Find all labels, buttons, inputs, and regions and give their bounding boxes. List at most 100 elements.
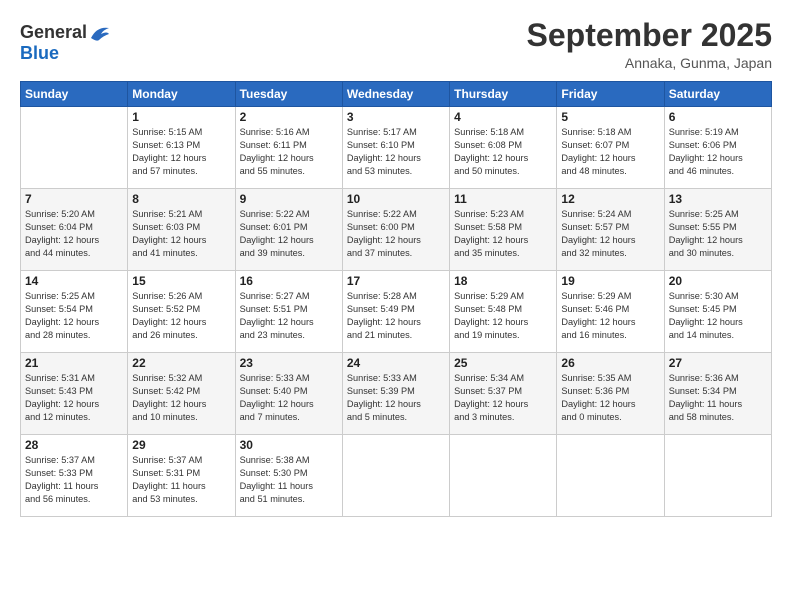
day-cell xyxy=(557,435,664,517)
day-cell: 1 Sunrise: 5:15 AM Sunset: 6:13 PM Daylig… xyxy=(128,107,235,189)
day-cell: 21 Sunrise: 5:31 AM Sunset: 5:43 PM Dayli… xyxy=(21,353,128,435)
col-header-friday: Friday xyxy=(557,82,664,107)
day-cell: 10Sunrise: 5:22 AM Sunset: 6:00 PM Dayli… xyxy=(342,189,449,271)
day-cell xyxy=(21,107,128,189)
header: General Blue September 2025 Annaka, Gunm… xyxy=(20,18,772,71)
day-info: Sunrise: 5:37 AM Sunset: 5:31 PM Dayligh… xyxy=(132,454,230,506)
day-cell xyxy=(342,435,449,517)
day-info: Sunrise: 5:30 AM Sunset: 5:45 PM Dayligh… xyxy=(669,290,767,342)
day-info: Sunrise: 5:18 AM Sunset: 6:07 PM Dayligh… xyxy=(561,126,659,178)
location: Annaka, Gunma, Japan xyxy=(527,55,772,71)
day-cell: 29 Sunrise: 5:37 AM Sunset: 5:31 PM Dayli… xyxy=(128,435,235,517)
day-cell: 19 Sunrise: 5:29 AM Sunset: 5:46 PM Dayli… xyxy=(557,271,664,353)
logo: General Blue xyxy=(20,22,111,64)
day-info: Sunrise: 5:38 AM Sunset: 5:30 PM Dayligh… xyxy=(240,454,338,506)
col-header-wednesday: Wednesday xyxy=(342,82,449,107)
day-cell: 12Sunrise: 5:24 AM Sunset: 5:57 PM Dayli… xyxy=(557,189,664,271)
week-row-2: 7Sunrise: 5:20 AM Sunset: 6:04 PM Daylig… xyxy=(21,189,772,271)
day-number: 20 xyxy=(669,274,767,288)
day-number: 26 xyxy=(561,356,659,370)
day-number: 12 xyxy=(561,192,659,206)
day-cell: 9 Sunrise: 5:22 AM Sunset: 6:01 PM Daylig… xyxy=(235,189,342,271)
day-info: Sunrise: 5:15 AM Sunset: 6:13 PM Dayligh… xyxy=(132,126,230,178)
col-header-sunday: Sunday xyxy=(21,82,128,107)
logo-blue-text: Blue xyxy=(20,43,59,64)
day-cell: 15Sunrise: 5:26 AM Sunset: 5:52 PM Dayli… xyxy=(128,271,235,353)
day-cell xyxy=(450,435,557,517)
day-info: Sunrise: 5:28 AM Sunset: 5:49 PM Dayligh… xyxy=(347,290,445,342)
day-cell: 28Sunrise: 5:37 AM Sunset: 5:33 PM Dayli… xyxy=(21,435,128,517)
logo-general-text: General xyxy=(20,22,87,43)
day-cell: 25Sunrise: 5:34 AM Sunset: 5:37 PM Dayli… xyxy=(450,353,557,435)
month-title: September 2025 xyxy=(527,18,772,53)
day-info: Sunrise: 5:37 AM Sunset: 5:33 PM Dayligh… xyxy=(25,454,123,506)
week-row-1: 1 Sunrise: 5:15 AM Sunset: 6:13 PM Daylig… xyxy=(21,107,772,189)
day-number: 5 xyxy=(561,110,659,124)
day-cell: 8 Sunrise: 5:21 AM Sunset: 6:03 PM Daylig… xyxy=(128,189,235,271)
day-info: Sunrise: 5:18 AM Sunset: 6:08 PM Dayligh… xyxy=(454,126,552,178)
day-info: Sunrise: 5:22 AM Sunset: 6:01 PM Dayligh… xyxy=(240,208,338,260)
day-info: Sunrise: 5:16 AM Sunset: 6:11 PM Dayligh… xyxy=(240,126,338,178)
day-number: 29 xyxy=(132,438,230,452)
day-info: Sunrise: 5:21 AM Sunset: 6:03 PM Dayligh… xyxy=(132,208,230,260)
day-info: Sunrise: 5:36 AM Sunset: 5:34 PM Dayligh… xyxy=(669,372,767,424)
day-info: Sunrise: 5:33 AM Sunset: 5:40 PM Dayligh… xyxy=(240,372,338,424)
day-cell: 16 Sunrise: 5:27 AM Sunset: 5:51 PM Dayli… xyxy=(235,271,342,353)
day-info: Sunrise: 5:27 AM Sunset: 5:51 PM Dayligh… xyxy=(240,290,338,342)
day-number: 23 xyxy=(240,356,338,370)
day-number: 10 xyxy=(347,192,445,206)
day-cell: 18 Sunrise: 5:29 AM Sunset: 5:48 PM Dayli… xyxy=(450,271,557,353)
col-header-saturday: Saturday xyxy=(664,82,771,107)
day-info: Sunrise: 5:26 AM Sunset: 5:52 PM Dayligh… xyxy=(132,290,230,342)
day-info: Sunrise: 5:29 AM Sunset: 5:46 PM Dayligh… xyxy=(561,290,659,342)
day-number: 4 xyxy=(454,110,552,124)
day-info: Sunrise: 5:32 AM Sunset: 5:42 PM Dayligh… xyxy=(132,372,230,424)
day-cell: 23 Sunrise: 5:33 AM Sunset: 5:40 PM Dayli… xyxy=(235,353,342,435)
day-cell: 4 Sunrise: 5:18 AM Sunset: 6:08 PM Daylig… xyxy=(450,107,557,189)
day-info: Sunrise: 5:33 AM Sunset: 5:39 PM Dayligh… xyxy=(347,372,445,424)
week-row-4: 21 Sunrise: 5:31 AM Sunset: 5:43 PM Dayli… xyxy=(21,353,772,435)
day-cell: 5 Sunrise: 5:18 AM Sunset: 6:07 PM Daylig… xyxy=(557,107,664,189)
col-header-monday: Monday xyxy=(128,82,235,107)
day-cell: 22Sunrise: 5:32 AM Sunset: 5:42 PM Dayli… xyxy=(128,353,235,435)
day-number: 21 xyxy=(25,356,123,370)
day-cell: 17 Sunrise: 5:28 AM Sunset: 5:49 PM Dayli… xyxy=(342,271,449,353)
header-row: SundayMondayTuesdayWednesdayThursdayFrid… xyxy=(21,82,772,107)
day-number: 17 xyxy=(347,274,445,288)
day-number: 3 xyxy=(347,110,445,124)
day-number: 8 xyxy=(132,192,230,206)
calendar: SundayMondayTuesdayWednesdayThursdayFrid… xyxy=(20,81,772,517)
week-row-5: 28Sunrise: 5:37 AM Sunset: 5:33 PM Dayli… xyxy=(21,435,772,517)
day-number: 1 xyxy=(132,110,230,124)
title-block: September 2025 Annaka, Gunma, Japan xyxy=(527,18,772,71)
day-number: 14 xyxy=(25,274,123,288)
day-number: 19 xyxy=(561,274,659,288)
day-info: Sunrise: 5:34 AM Sunset: 5:37 PM Dayligh… xyxy=(454,372,552,424)
day-number: 27 xyxy=(669,356,767,370)
col-header-tuesday: Tuesday xyxy=(235,82,342,107)
day-number: 9 xyxy=(240,192,338,206)
day-cell: 3Sunrise: 5:17 AM Sunset: 6:10 PM Daylig… xyxy=(342,107,449,189)
day-info: Sunrise: 5:29 AM Sunset: 5:48 PM Dayligh… xyxy=(454,290,552,342)
day-cell: 30 Sunrise: 5:38 AM Sunset: 5:30 PM Dayli… xyxy=(235,435,342,517)
day-number: 13 xyxy=(669,192,767,206)
day-number: 11 xyxy=(454,192,552,206)
day-cell: 2Sunrise: 5:16 AM Sunset: 6:11 PM Daylig… xyxy=(235,107,342,189)
page: General Blue September 2025 Annaka, Gunm… xyxy=(0,0,792,612)
day-cell: 6Sunrise: 5:19 AM Sunset: 6:06 PM Daylig… xyxy=(664,107,771,189)
day-number: 18 xyxy=(454,274,552,288)
day-info: Sunrise: 5:25 AM Sunset: 5:54 PM Dayligh… xyxy=(25,290,123,342)
day-number: 16 xyxy=(240,274,338,288)
day-cell: 24Sunrise: 5:33 AM Sunset: 5:39 PM Dayli… xyxy=(342,353,449,435)
day-cell xyxy=(664,435,771,517)
col-header-thursday: Thursday xyxy=(450,82,557,107)
day-info: Sunrise: 5:31 AM Sunset: 5:43 PM Dayligh… xyxy=(25,372,123,424)
day-number: 30 xyxy=(240,438,338,452)
day-cell: 26Sunrise: 5:35 AM Sunset: 5:36 PM Dayli… xyxy=(557,353,664,435)
day-info: Sunrise: 5:23 AM Sunset: 5:58 PM Dayligh… xyxy=(454,208,552,260)
day-cell: 13Sunrise: 5:25 AM Sunset: 5:55 PM Dayli… xyxy=(664,189,771,271)
day-cell: 27 Sunrise: 5:36 AM Sunset: 5:34 PM Dayli… xyxy=(664,353,771,435)
day-info: Sunrise: 5:19 AM Sunset: 6:06 PM Dayligh… xyxy=(669,126,767,178)
day-cell: 14 Sunrise: 5:25 AM Sunset: 5:54 PM Dayli… xyxy=(21,271,128,353)
week-row-3: 14 Sunrise: 5:25 AM Sunset: 5:54 PM Dayli… xyxy=(21,271,772,353)
